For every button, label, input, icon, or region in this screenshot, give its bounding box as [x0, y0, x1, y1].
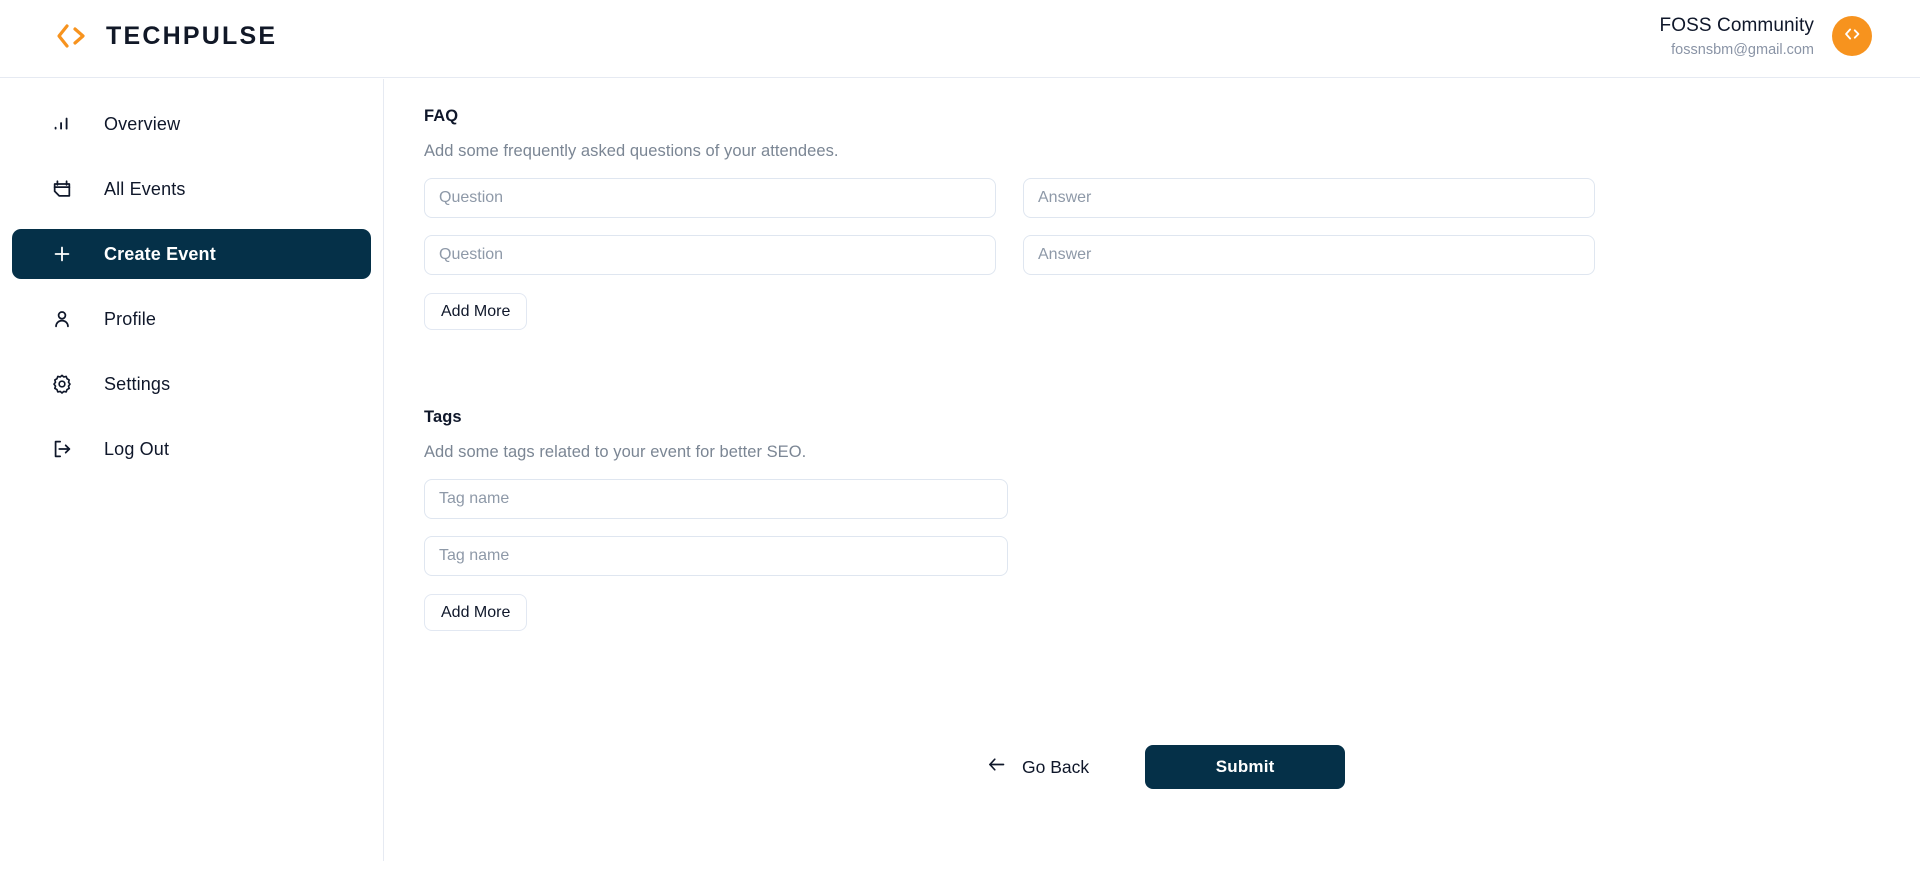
go-back-button[interactable]: Go Back	[986, 754, 1089, 780]
tag-name-input[interactable]	[424, 536, 1008, 576]
gear-icon	[50, 372, 74, 396]
sidebar-item-settings[interactable]: Settings	[12, 359, 371, 409]
faq-answer-input[interactable]	[1023, 235, 1595, 275]
logout-icon	[50, 437, 74, 461]
faq-title: FAQ	[424, 107, 459, 125]
user-name: FOSS Community	[1659, 15, 1814, 36]
user-icon	[50, 307, 74, 331]
go-back-label: Go Back	[1022, 756, 1090, 777]
user-email: fossnsbm@gmail.com	[1671, 41, 1814, 58]
faq-add-more-button[interactable]: Add More	[424, 293, 528, 330]
sidebar-item-create-event[interactable]: Create Event	[12, 229, 371, 279]
code-brackets-icon	[1841, 23, 1863, 50]
tags-subtitle: Add some tags related to your event for …	[424, 443, 807, 461]
sidebar-item-label: Create Event	[104, 243, 216, 264]
app-header: TECHPULSE FOSS Community fossnsbm@gmail.…	[0, 0, 1920, 78]
form-actions: Go Back Submit	[384, 745, 1920, 789]
faq-row	[424, 235, 1920, 275]
tag-row	[424, 536, 1920, 576]
sidebar-item-all-events[interactable]: All Events	[12, 164, 371, 214]
tag-name-input[interactable]	[424, 479, 1008, 519]
sidebar-item-label: Overview	[104, 113, 181, 134]
faq-answer-input[interactable]	[1023, 178, 1595, 218]
brand-name: TECHPULSE	[106, 21, 278, 50]
tags-add-more-button[interactable]: Add More	[424, 594, 528, 631]
calendar-icon	[50, 177, 74, 201]
code-brackets-icon	[54, 19, 88, 53]
plus-icon	[50, 242, 74, 266]
tag-row	[424, 479, 1920, 519]
faq-section: FAQ Add some frequently asked questions …	[424, 107, 1920, 330]
sidebar-item-log-out[interactable]: Log Out	[12, 424, 371, 474]
faq-question-input[interactable]	[424, 235, 996, 275]
sidebar-item-label: Profile	[104, 308, 157, 329]
faq-question-input[interactable]	[424, 178, 996, 218]
submit-button[interactable]: Submit	[1145, 745, 1346, 789]
faq-row	[424, 178, 1920, 218]
sidebar-item-label: Settings	[104, 373, 171, 394]
brand-logo[interactable]: TECHPULSE	[54, 19, 277, 53]
sidebar: Overview All Events Create Event Profile…	[0, 79, 384, 861]
tags-title: Tags	[424, 408, 462, 426]
sidebar-item-overview[interactable]: Overview	[12, 99, 371, 149]
avatar[interactable]	[1832, 16, 1872, 57]
faq-subtitle: Add some frequently asked questions of y…	[424, 142, 839, 160]
bar-chart-icon	[50, 112, 74, 136]
user-account[interactable]: FOSS Community fossnsbm@gmail.com	[1660, 14, 1872, 59]
sidebar-item-label: All Events	[104, 178, 186, 199]
tags-section: Tags Add some tags related to your event…	[424, 408, 1920, 631]
app-root: TECHPULSE FOSS Community fossnsbm@gmail.…	[0, 0, 1920, 869]
sidebar-item-label: Log Out	[104, 438, 170, 459]
user-meta: FOSS Community fossnsbm@gmail.com	[1660, 14, 1815, 59]
arrow-left-icon	[986, 754, 1007, 780]
sidebar-item-profile[interactable]: Profile	[12, 294, 371, 344]
